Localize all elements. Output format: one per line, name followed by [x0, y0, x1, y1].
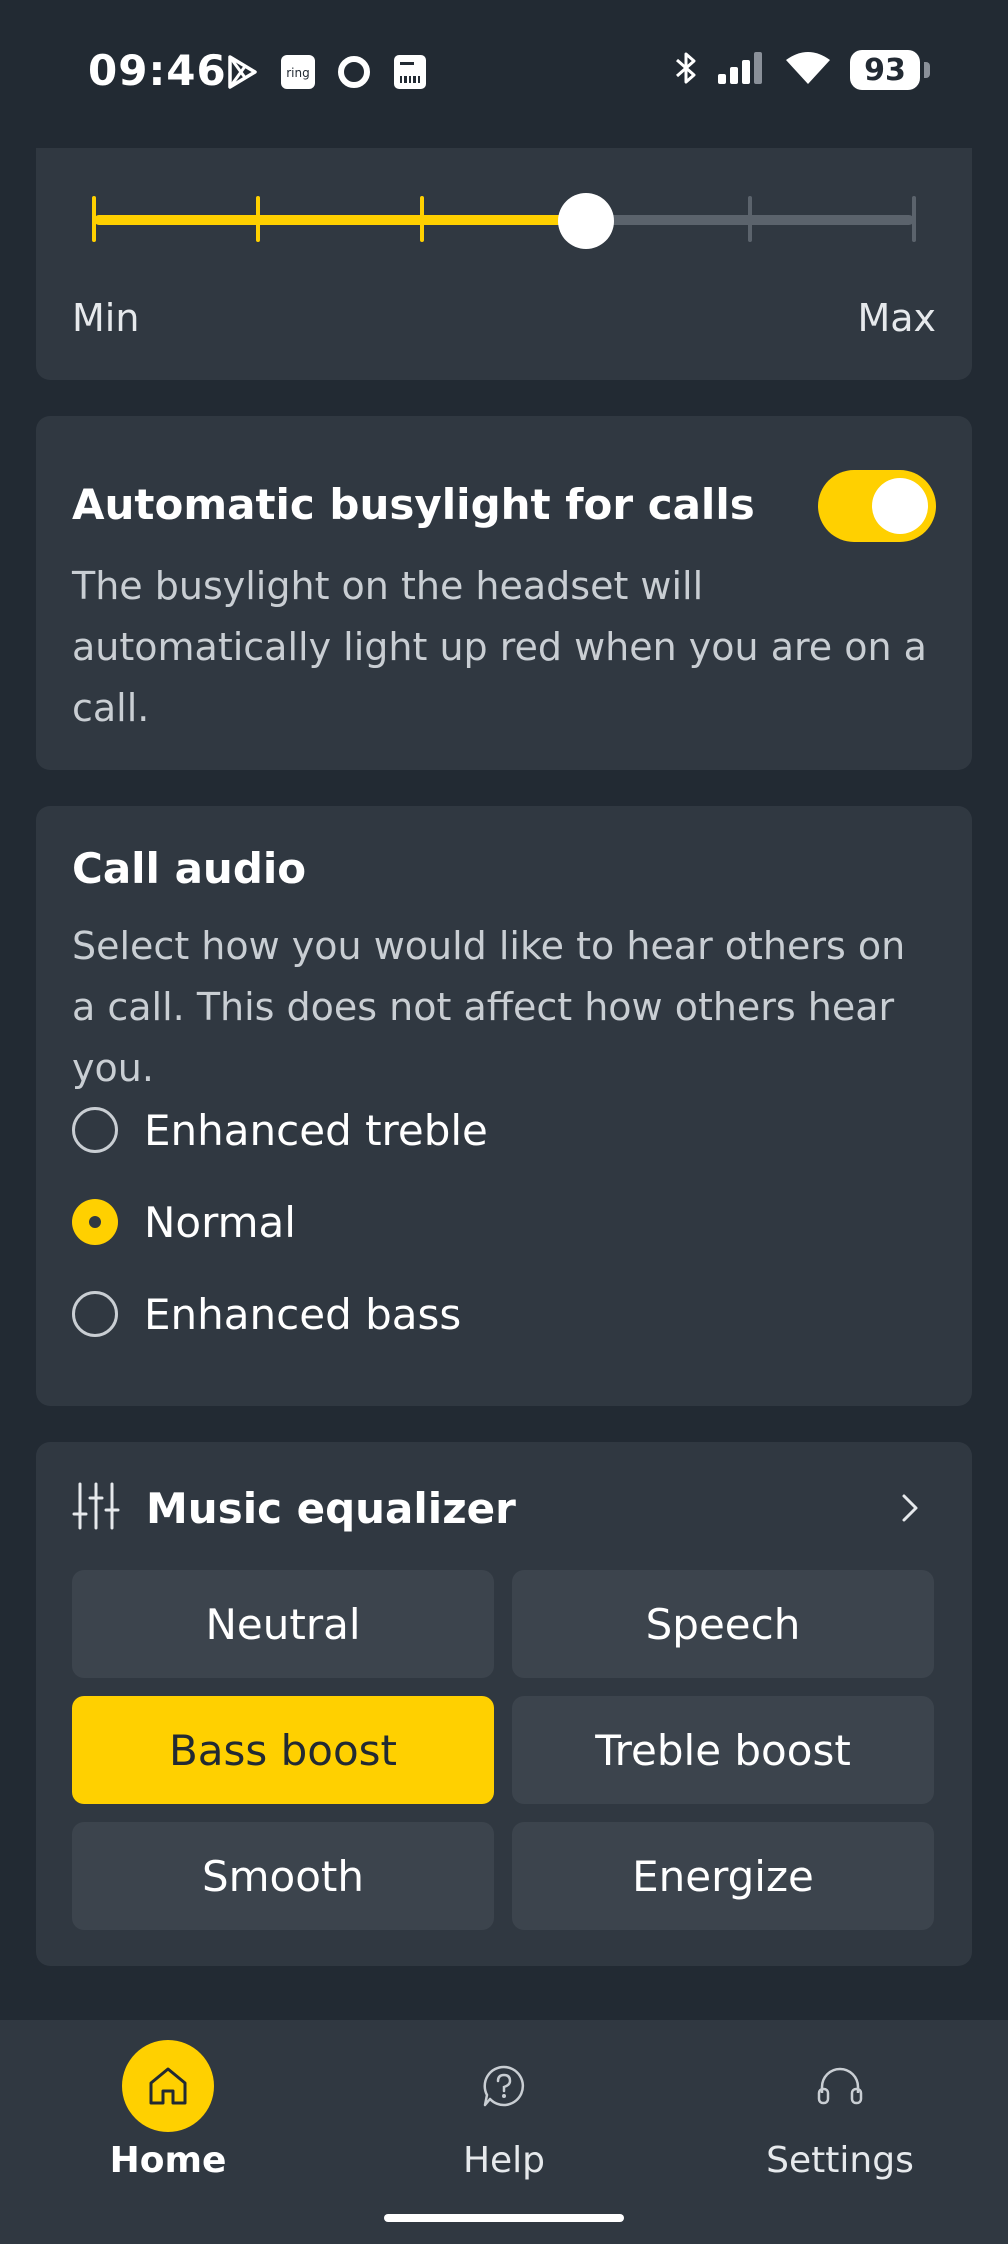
radio-label: Enhanced treble — [144, 1105, 488, 1155]
ring-icon: ring — [280, 54, 316, 90]
radio-label: Enhanced bass — [144, 1289, 462, 1339]
nav-settings[interactable]: Settings — [720, 2040, 960, 2181]
slider-min-label: Min — [72, 296, 140, 340]
slider-tick — [912, 196, 916, 242]
barcode-icon — [392, 54, 428, 90]
play-store-icon — [224, 54, 260, 90]
notification-icons: ring — [224, 54, 428, 90]
busylight-card: Automatic busylight for calls The busyli… — [36, 416, 972, 770]
battery-icon: 93 — [850, 50, 930, 90]
bluetooth-icon — [674, 50, 698, 90]
circle-icon — [336, 54, 372, 90]
slider-tick — [256, 196, 260, 242]
radio-button[interactable] — [72, 1107, 118, 1153]
signal-icon — [716, 50, 766, 90]
preset-treble-boost-button[interactable]: Treble boost — [512, 1696, 934, 1804]
radio-option-normal[interactable]: Normal — [72, 1187, 296, 1257]
radio-label: Normal — [144, 1197, 296, 1247]
svg-text:ring: ring — [286, 66, 310, 80]
call-audio-card: Call audio Select how you would like to … — [36, 806, 972, 1406]
equalizer-presets: Neutral Speech Bass boost Treble boost S… — [72, 1570, 936, 1930]
battery-level: 93 — [864, 52, 906, 88]
radio-option-enhanced-bass[interactable]: Enhanced bass — [72, 1279, 461, 1349]
status-bar: 09:46 ring 93 — [0, 0, 1008, 148]
slider-tick — [748, 196, 752, 242]
preset-smooth-button[interactable]: Smooth — [72, 1822, 494, 1930]
nav-home-label: Home — [109, 2140, 227, 2181]
equalizer-icon — [72, 1480, 120, 1536]
nav-help-label: Help — [462, 2140, 546, 2181]
system-icons: 93 — [674, 50, 930, 90]
volume-card: Min Max — [36, 148, 972, 380]
busylight-toggle[interactable] — [818, 470, 936, 542]
preset-energize-button[interactable]: Energize — [512, 1822, 934, 1930]
slider-fill — [94, 215, 586, 225]
chevron-right-icon[interactable] — [898, 1490, 922, 1530]
slider-tick — [420, 196, 424, 242]
home-icon — [122, 2040, 214, 2132]
volume-slider[interactable] — [94, 215, 914, 225]
call-audio-title: Call audio — [72, 844, 307, 893]
nav-help[interactable]: Help — [384, 2040, 624, 2181]
app-screen: 09:46 ring 93 Min Max Automatic busyligh… — [0, 0, 1008, 2244]
radio-option-enhanced-treble[interactable]: Enhanced treble — [72, 1095, 488, 1165]
nav-home[interactable]: Home — [48, 2040, 288, 2181]
slider-thumb[interactable] — [558, 193, 614, 249]
headset-icon — [794, 2040, 886, 2132]
equalizer-header[interactable]: Music equalizer — [72, 1476, 936, 1540]
status-time: 09:46 — [88, 46, 227, 95]
radio-button[interactable] — [72, 1291, 118, 1337]
slider-max-label: Max — [857, 296, 936, 340]
preset-speech-button[interactable]: Speech — [512, 1570, 934, 1678]
slider-tick — [92, 196, 96, 242]
radio-button-selected[interactable] — [72, 1199, 118, 1245]
equalizer-card: Music equalizer Neutral Speech Bass boos… — [36, 1442, 972, 1966]
wifi-icon — [784, 50, 832, 90]
equalizer-title: Music equalizer — [146, 1483, 516, 1533]
toggle-knob — [872, 478, 928, 534]
preset-neutral-button[interactable]: Neutral — [72, 1570, 494, 1678]
busylight-description: The busylight on the headset will automa… — [72, 564, 927, 730]
nav-settings-label: Settings — [766, 2140, 914, 2181]
bottom-navigation: Home Help Settings — [0, 2020, 1008, 2244]
busylight-title: Automatic busylight for calls — [72, 480, 755, 529]
call-audio-description: Select how you would like to hear others… — [72, 924, 906, 1090]
home-indicator[interactable] — [384, 2214, 624, 2222]
help-icon — [458, 2040, 550, 2132]
preset-bass-boost-button[interactable]: Bass boost — [72, 1696, 494, 1804]
